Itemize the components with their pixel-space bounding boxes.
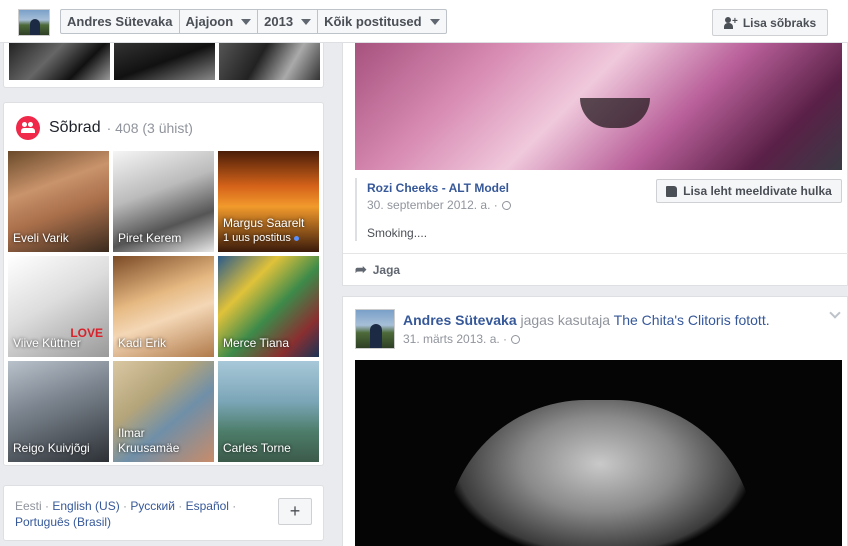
friend-tile[interactable]: Piret Kerem <box>113 151 214 252</box>
friends-header: Sõbrad · 408 (3 ühist) <box>16 116 193 140</box>
friend-tile[interactable]: Reigo Kuivjõgi <box>8 361 109 462</box>
friend-name[interactable]: Reigo Kuivjõgi <box>13 441 90 456</box>
friend-name-block: Margus Saarelt 1 uus postitus <box>223 216 304 246</box>
post-header: Andres Sütevaka jagas kasutaja The Chita… <box>403 312 770 328</box>
crumb-post-filter[interactable]: Kõik postitused <box>318 10 446 33</box>
crumb-year[interactable]: 2013 <box>258 10 319 33</box>
photos-section <box>3 43 324 88</box>
author-avatar[interactable] <box>355 309 395 349</box>
language-link[interactable]: Español <box>186 499 229 513</box>
post-action: jagas kasutaja <box>520 312 611 328</box>
shared-photo-post: Andres Sütevaka jagas kasutaja The Chita… <box>342 296 848 546</box>
post-date[interactable]: 30. september 2012. a. · <box>367 198 511 212</box>
add-language-button[interactable]: + <box>278 498 312 525</box>
thumbs-up-icon <box>666 185 678 197</box>
friend-name[interactable]: Ilmar Kruusamäe <box>118 426 198 456</box>
shared-page-name[interactable]: Rozi Cheeks - ALT Model <box>367 181 509 195</box>
crumb-profile-name[interactable]: Andres Sütevaka <box>61 10 180 33</box>
photo-thumbnail[interactable] <box>219 43 320 80</box>
friend-name[interactable]: Margus Saarelt <box>223 216 304 231</box>
post-photo[interactable] <box>355 43 842 170</box>
like-page-button[interactable]: Lisa leht meeldivate hulka <box>656 179 842 203</box>
language-list: Eesti · English (US) · Русский · Español… <box>15 499 237 529</box>
chevron-down-icon <box>241 18 252 25</box>
friend-tile[interactable]: Carles Torne <box>218 361 319 462</box>
friend-name[interactable]: Merce Tiana <box>223 336 289 351</box>
post-text: Smoking.... <box>367 226 428 240</box>
friends-icon <box>16 116 40 140</box>
author-name[interactable]: Andres Sütevaka <box>403 312 517 328</box>
friend-tile[interactable]: Ilmar Kruusamäe <box>113 361 214 462</box>
add-friend-icon: + <box>723 16 738 29</box>
friend-name[interactable]: Kadi Erik <box>118 336 166 351</box>
share-button[interactable]: ➦ Jaga <box>355 261 400 278</box>
timeline-breadcrumb: Andres Sütevaka Ajajoon 2013 Kõik postit… <box>60 9 447 34</box>
language-link[interactable]: Português (Brasil) <box>15 515 111 529</box>
friend-name[interactable]: Carles Torne <box>223 441 291 456</box>
friend-tile[interactable]: Kadi Erik <box>113 256 214 357</box>
friend-tile[interactable]: Merce Tiana <box>218 256 319 357</box>
friend-tile[interactable]: LOVE Viive Küttner <box>8 256 109 357</box>
share-arrow-icon: ➦ <box>355 261 367 277</box>
chevron-down-icon <box>429 18 440 25</box>
post-date[interactable]: 31. märts 2013. a. · <box>403 332 521 346</box>
language-selector: Eesti · English (US) · Русский · Español… <box>3 485 324 541</box>
photo-thumbnail[interactable] <box>114 43 215 80</box>
friends-title[interactable]: Sõbrad <box>49 119 101 137</box>
add-friend-button[interactable]: + Lisa sõbraks <box>712 9 828 36</box>
language-link[interactable]: English (US) <box>52 499 119 513</box>
profile-thumbnail[interactable] <box>18 9 50 36</box>
shared-source-link[interactable]: The Chita's Clitoris fotott. <box>614 312 770 328</box>
photo-thumbnail[interactable] <box>9 43 110 80</box>
photo-subject <box>445 400 755 546</box>
divider <box>343 253 848 254</box>
post-photo[interactable] <box>355 360 842 546</box>
friends-box: Sõbrad · 408 (3 ühist) Eveli Varik Piret… <box>3 102 324 466</box>
new-indicator-dot <box>293 235 299 241</box>
new-posts-label: 1 uus postitus <box>223 231 304 246</box>
shared-page-post: Rozi Cheeks - ALT Model 30. september 20… <box>342 43 848 286</box>
post-options-chevron-icon[interactable] <box>829 307 841 319</box>
friend-name[interactable]: Viive Küttner <box>13 336 81 351</box>
language-link[interactable]: Русский <box>130 499 175 513</box>
friend-name[interactable]: Piret Kerem <box>118 231 181 246</box>
crumb-timeline[interactable]: Ajajoon <box>180 10 259 33</box>
friend-name[interactable]: Eveli Varik <box>13 231 69 246</box>
timeline-sticky-header: Andres Sütevaka Ajajoon 2013 Kõik postit… <box>0 0 848 43</box>
chevron-down-icon <box>301 18 312 25</box>
current-language: Eesti <box>15 499 42 513</box>
globe-icon <box>501 201 511 211</box>
globe-icon <box>511 335 521 345</box>
friends-count: · 408 (3 ühist) <box>106 120 193 136</box>
friend-tile[interactable]: Eveli Varik <box>8 151 109 252</box>
friend-tile[interactable]: Margus Saarelt 1 uus postitus <box>218 151 319 252</box>
